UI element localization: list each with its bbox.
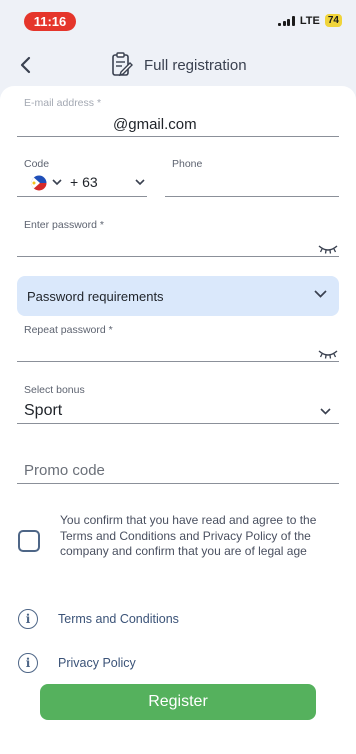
- status-time: 11:16: [24, 12, 76, 31]
- bonus-select[interactable]: Sport: [17, 396, 339, 422]
- registration-form: E-mail address * @gmail.com Code + 63 Ph…: [0, 86, 356, 754]
- bonus-label: Select bonus: [24, 384, 85, 396]
- back-button[interactable]: [12, 52, 38, 78]
- network-label: LTE: [299, 14, 320, 27]
- repeat-password-underline: [17, 361, 339, 362]
- password-label: Enter password *: [24, 219, 104, 231]
- password-requirements-toggle[interactable]: Password requirements: [17, 276, 339, 316]
- info-icon: i: [18, 609, 38, 629]
- page-header: Full registration: [0, 44, 356, 88]
- terms-link-label: Terms and Conditions: [58, 612, 179, 626]
- chevron-left-icon: [20, 56, 31, 74]
- password-underline: [17, 256, 339, 257]
- chevron-down-icon: [135, 179, 145, 186]
- repeat-password-field[interactable]: [17, 336, 307, 360]
- consent-checkbox[interactable]: [18, 530, 40, 552]
- phone-underline: [165, 196, 339, 197]
- consent-text: You confirm that you have read and agree…: [60, 513, 317, 558]
- promo-code-placeholder: Promo code: [24, 462, 105, 479]
- signal-icon: [278, 15, 295, 26]
- bonus-value: Sport: [24, 402, 63, 419]
- register-button[interactable]: Register: [40, 684, 316, 720]
- code-underline: [17, 196, 147, 197]
- email-field[interactable]: @gmail.com: [17, 108, 339, 136]
- status-bar: 11:16 LTE 74: [0, 0, 356, 40]
- chevron-down-icon: [52, 179, 62, 186]
- promo-underline: [17, 483, 339, 484]
- battery-indicator: 74: [324, 14, 342, 27]
- eye-closed-icon[interactable]: [318, 348, 338, 360]
- status-indicators: LTE 74: [278, 14, 342, 27]
- country-code-select[interactable]: + 63: [17, 170, 147, 194]
- chevron-down-icon: [314, 290, 327, 298]
- header-title-group: Full registration: [110, 52, 247, 78]
- privacy-link-label: Privacy Policy: [58, 656, 136, 670]
- eye-closed-icon[interactable]: [318, 243, 338, 255]
- phone-field[interactable]: [165, 170, 339, 194]
- registration-form-icon: [112, 52, 133, 77]
- password-field[interactable]: [17, 232, 307, 256]
- bonus-underline: [17, 423, 339, 424]
- password-requirements-label: Password requirements: [27, 289, 164, 304]
- phone-label: Phone: [172, 158, 203, 170]
- chevron-down-icon: [320, 408, 331, 415]
- privacy-link[interactable]: i Privacy Policy: [18, 653, 136, 673]
- repeat-password-label: Repeat password *: [24, 324, 113, 336]
- terms-link[interactable]: i Terms and Conditions: [18, 609, 179, 629]
- email-value: @gmail.com: [113, 116, 197, 133]
- country-code-value: + 63: [70, 174, 98, 190]
- info-icon: i: [18, 653, 38, 673]
- email-underline: [17, 136, 339, 137]
- page-title: Full registration: [144, 56, 247, 74]
- code-label: Code: [24, 158, 50, 170]
- philippines-flag-icon: [31, 175, 47, 191]
